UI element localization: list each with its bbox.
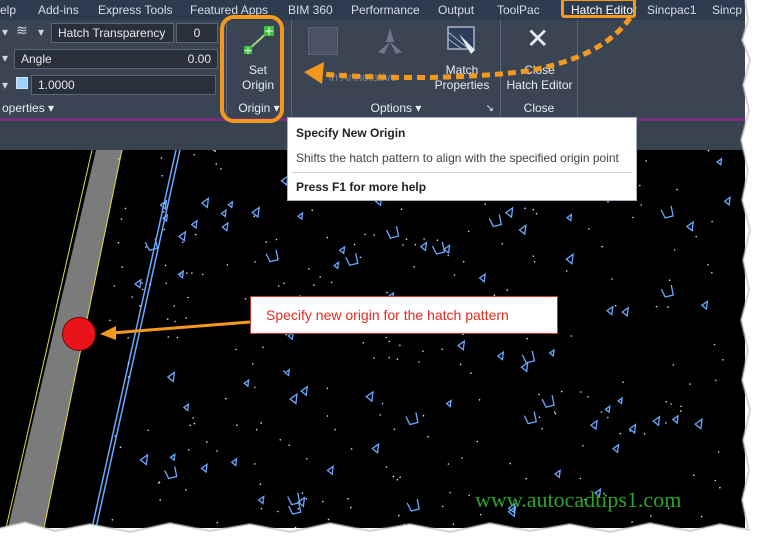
torn-edge xyxy=(0,0,767,551)
